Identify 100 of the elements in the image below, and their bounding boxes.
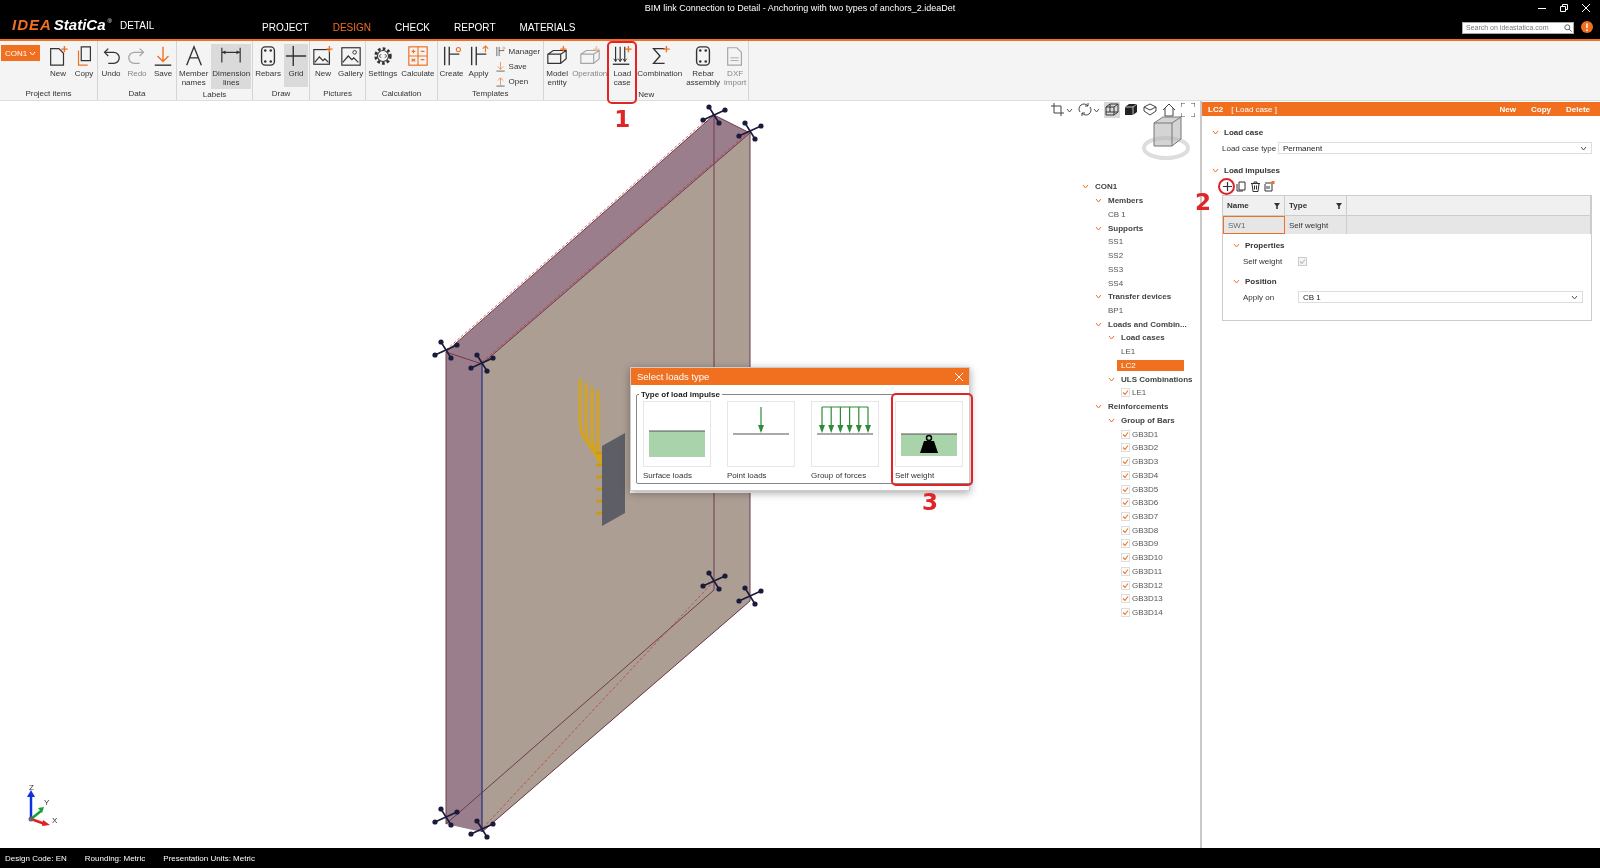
tree-item[interactable]: SS1 bbox=[1104, 236, 1171, 248]
save-icon bbox=[152, 45, 174, 67]
close-button[interactable] bbox=[1582, 4, 1590, 12]
view-icon bbox=[1143, 103, 1157, 117]
toolbar-button[interactable] bbox=[1250, 181, 1261, 192]
group-title: Type of load impulse bbox=[640, 390, 721, 399]
ribbon-button[interactable]: Rebar assembly bbox=[685, 44, 721, 89]
tree-item[interactable]: CON1 bbox=[1091, 181, 1122, 193]
tree-item[interactable]: LE1 bbox=[1128, 387, 1195, 399]
ribbon-button[interactable]: New bbox=[310, 44, 335, 87]
ribbon-button[interactable]: Calculate bbox=[400, 44, 436, 87]
checkbox-icon bbox=[1121, 525, 1130, 535]
tree-item[interactable]: GB3D9 bbox=[1128, 538, 1195, 550]
tree-item[interactable]: SS2 bbox=[1104, 250, 1171, 262]
caret-icon bbox=[1580, 145, 1587, 151]
tree-item[interactable]: GB3D12 bbox=[1128, 579, 1195, 591]
menu-tab[interactable]: PROJECT bbox=[250, 16, 321, 41]
dropdown-field[interactable]: Permanent bbox=[1278, 142, 1592, 154]
table-cell: Self weight bbox=[1285, 216, 1347, 234]
panel-subtitle: [ Load case ] bbox=[1231, 104, 1277, 114]
filter-icon bbox=[1274, 202, 1280, 209]
view-tool-button[interactable] bbox=[1104, 102, 1120, 118]
view-tool-button[interactable] bbox=[1142, 102, 1158, 118]
tree-item[interactable]: GB3D6 bbox=[1128, 497, 1195, 509]
ribbon-button[interactable]: Save bbox=[492, 60, 543, 73]
ribbon-button[interactable]: Save bbox=[151, 44, 175, 87]
section-title: Position bbox=[1245, 276, 1277, 286]
tree-item[interactable]: Members bbox=[1104, 195, 1148, 207]
ribbon-button[interactable]: Settings bbox=[367, 44, 399, 87]
ribbon-button[interactable]: Model entity bbox=[545, 44, 570, 89]
ribbon-button[interactable]: Apply bbox=[466, 44, 491, 87]
menu-tab[interactable]: REPORT bbox=[442, 16, 508, 41]
tree-item[interactable]: BP1 bbox=[1104, 304, 1171, 316]
tree-item[interactable]: GB3D2 bbox=[1128, 442, 1195, 454]
ribbon-button[interactable]: Open bbox=[492, 75, 543, 88]
tree-item[interactable]: GB3D1 bbox=[1128, 428, 1195, 440]
field-label: Apply on bbox=[1243, 292, 1276, 302]
tree-item[interactable]: GB3D4 bbox=[1128, 469, 1195, 481]
gallery-icon bbox=[339, 45, 362, 67]
tree-item[interactable]: GB3D14 bbox=[1128, 607, 1195, 619]
group-title: Data bbox=[127, 88, 147, 100]
load-type-option[interactable]: Group of forces bbox=[809, 399, 883, 480]
ribbon-button[interactable]: Gallery bbox=[336, 44, 365, 87]
tree-item[interactable]: GB3D8 bbox=[1128, 524, 1195, 536]
tree-item[interactable]: Group of Bars bbox=[1117, 414, 1179, 426]
tree-item[interactable]: Transfer devices bbox=[1104, 291, 1176, 303]
group-title: New bbox=[637, 89, 656, 100]
dialog-title: Select loads type bbox=[637, 371, 710, 382]
ribbon-button[interactable]: Dimension lines bbox=[211, 44, 252, 89]
load-type-option[interactable]: Self weight bbox=[893, 399, 967, 480]
checkbox-icon bbox=[1121, 457, 1130, 467]
caret-icon bbox=[1571, 294, 1578, 300]
checkbox[interactable] bbox=[1121, 512, 1130, 521]
tree-item[interactable]: Reinforcements bbox=[1104, 401, 1173, 413]
tree-item[interactable]: GB3D3 bbox=[1128, 456, 1195, 468]
table-row[interactable]: SW1 Self weight bbox=[1223, 215, 1591, 234]
load-type-option[interactable]: Surface loads bbox=[641, 399, 715, 480]
tree-item[interactable]: CB 1 bbox=[1104, 208, 1171, 220]
tree-item[interactable]: GB3D10 bbox=[1128, 552, 1195, 564]
view-tool-button[interactable] bbox=[1161, 102, 1177, 118]
annotation-number: 2 bbox=[1195, 191, 1211, 214]
close-icon bbox=[1582, 4, 1590, 12]
tree-item[interactable]: GB3D7 bbox=[1128, 511, 1195, 522]
toolbar-button[interactable] bbox=[1236, 181, 1247, 192]
view-tool-button[interactable] bbox=[1123, 102, 1139, 118]
ribbon-button[interactable]: Load case bbox=[610, 44, 635, 89]
tree-item[interactable]: Supports bbox=[1104, 222, 1148, 234]
menu-tab[interactable]: MATERIALS bbox=[507, 16, 588, 41]
ribbon-button[interactable]: New bbox=[46, 44, 70, 87]
ribbon-button[interactable]: Grid bbox=[283, 44, 308, 87]
tree-item[interactable]: Loads and Combin... bbox=[1104, 318, 1191, 330]
caret-icon bbox=[1066, 107, 1073, 113]
ribbon-button[interactable]: Manager bbox=[492, 45, 543, 58]
ribbon-button[interactable]: Combination bbox=[636, 44, 684, 87]
tree-item[interactable]: Load cases bbox=[1117, 332, 1169, 344]
tree-item[interactable]: ULS Combinations bbox=[1117, 373, 1197, 385]
dropdown-field[interactable]: CB 1 bbox=[1298, 291, 1583, 303]
logo-text: IDEA bbox=[12, 16, 52, 33]
surface-load-icon bbox=[643, 401, 711, 467]
restore-button[interactable] bbox=[1560, 4, 1568, 12]
ribbon-button[interactable]: Create bbox=[438, 44, 465, 87]
origin-icon bbox=[28, 816, 34, 822]
load-type-option[interactable]: Point loads bbox=[725, 399, 799, 480]
menu-tab[interactable]: CHECK bbox=[383, 16, 443, 41]
ribbon-button[interactable]: Copy bbox=[72, 44, 96, 87]
tree-item[interactable]: GB3D5 bbox=[1128, 483, 1195, 495]
tree-item[interactable]: LE1 bbox=[1117, 346, 1184, 358]
ribbon-button[interactable]: Undo bbox=[99, 44, 123, 87]
ribbon-button[interactable]: Member names bbox=[178, 44, 210, 89]
tree-item[interactable]: SS4 bbox=[1104, 277, 1171, 289]
tree-item[interactable]: GB3D11 bbox=[1128, 565, 1195, 577]
grid-icon bbox=[284, 45, 307, 67]
checkbox-icon bbox=[1121, 608, 1130, 618]
checkbox-icon bbox=[1121, 553, 1130, 563]
tree-item[interactable]: SS3 bbox=[1104, 263, 1171, 275]
toolbar-button[interactable] bbox=[1222, 181, 1233, 192]
save-icon bbox=[494, 61, 506, 72]
logo-text: DETAIL bbox=[119, 20, 155, 31]
ribbon-button[interactable]: Rebars bbox=[254, 44, 282, 87]
tree-item[interactable]: GB3D13 bbox=[1128, 593, 1195, 605]
